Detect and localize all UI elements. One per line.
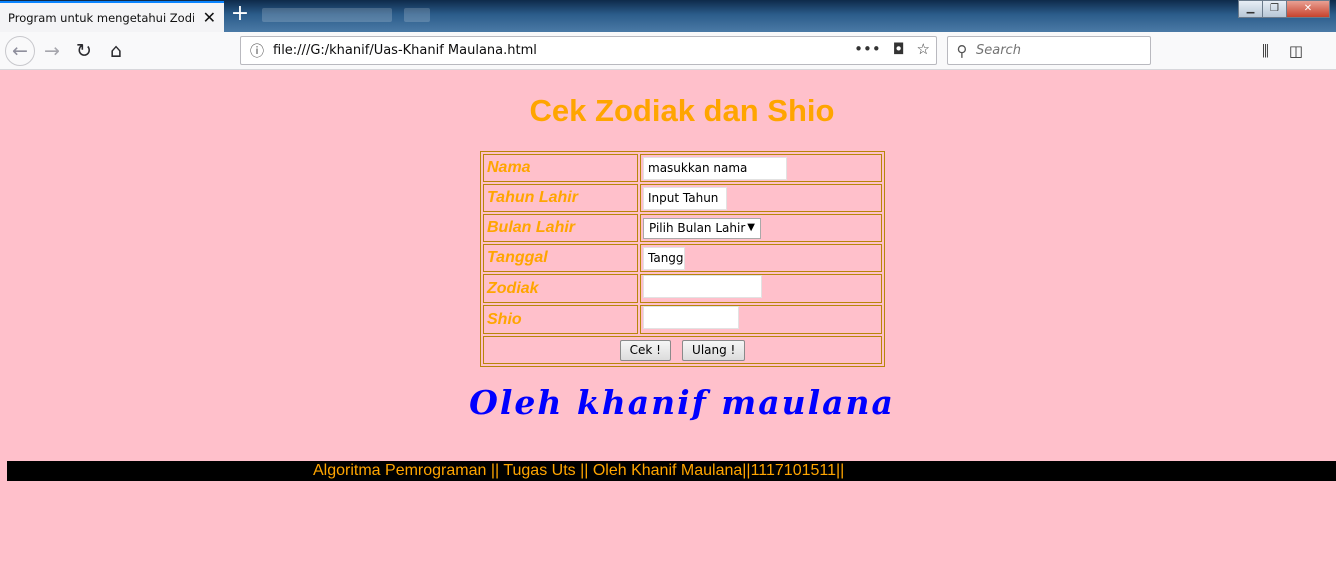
close-window-icon[interactable]: ✕ xyxy=(1286,0,1330,18)
bulan-lahir-selected: Pilih Bulan Lahir xyxy=(649,221,746,236)
shio-output[interactable] xyxy=(643,306,739,329)
page-actions-icon[interactable]: ••• xyxy=(854,40,881,58)
search-input[interactable]: ⚲ Search xyxy=(947,36,1151,65)
form-row-buttons: Cek ! Ulang ! xyxy=(483,336,882,364)
footer-marquee: Algoritma Pemrograman || Tugas Uts || Ol… xyxy=(7,461,1336,481)
label-shio: Shio xyxy=(483,305,638,334)
form-row-tahun: Tahun Lahir Input Tahun xyxy=(483,184,882,212)
background-tab[interactable] xyxy=(404,8,430,22)
page-body: Cek Zodiak dan Shio Nama masukkan nama T… xyxy=(0,71,1336,582)
navigation-toolbar: ← → ↻ ⌂ ⓘ file:///G:/khanif/Uas-Khanif M… xyxy=(0,32,1336,70)
form-row-zodiak: Zodiak xyxy=(483,274,882,303)
form-row-nama: Nama masukkan nama xyxy=(483,154,882,182)
tanggal-input[interactable]: Tangg xyxy=(643,246,685,270)
new-tab-icon[interactable]: + xyxy=(228,3,252,27)
minimize-icon[interactable]: ▁ xyxy=(1238,0,1263,18)
ulang-button[interactable]: Ulang ! xyxy=(682,340,746,361)
home-icon[interactable]: ⌂ xyxy=(101,36,131,66)
label-tanggal: Tanggal xyxy=(483,244,638,272)
close-tab-icon[interactable]: ✕ xyxy=(203,8,216,27)
form-row-bulan: Bulan Lahir Pilih Bulan Lahir ▼ xyxy=(483,214,882,242)
tahun-lahir-input[interactable]: Input Tahun xyxy=(643,186,727,210)
library-icon[interactable]: ⫼ xyxy=(1262,42,1269,60)
form-row-shio: Shio xyxy=(483,305,882,334)
label-tahun-lahir: Tahun Lahir xyxy=(483,184,638,212)
page-title: Cek Zodiak dan Shio xyxy=(529,93,835,128)
tab-active[interactable]: Program untuk mengetahui Zodiak ✕ xyxy=(0,1,224,32)
label-nama: Nama xyxy=(483,154,638,182)
sidebar-icon[interactable]: ◫ xyxy=(1289,42,1303,60)
cek-button[interactable]: Cek ! xyxy=(619,340,671,361)
nama-input[interactable]: masukkan nama xyxy=(643,156,787,180)
url-bar[interactable]: ⓘ file:///G:/khanif/Uas-Khanif Maulana.h… xyxy=(240,36,937,65)
bookmark-star-icon[interactable]: ☆ xyxy=(917,40,930,58)
maximize-icon[interactable]: ❐ xyxy=(1262,0,1287,18)
footer-text: Algoritma Pemrograman || Tugas Uts || Ol… xyxy=(313,462,845,479)
label-zodiak: Zodiak xyxy=(483,274,638,303)
back-arrow-icon[interactable]: ← xyxy=(5,36,35,66)
pocket-icon[interactable]: ◘ xyxy=(893,40,905,58)
chevron-down-icon: ▼ xyxy=(747,221,755,233)
url-text[interactable]: file:///G:/khanif/Uas-Khanif Maulana.htm… xyxy=(273,43,537,58)
search-icon: ⚲ xyxy=(956,41,968,60)
bulan-lahir-select[interactable]: Pilih Bulan Lahir ▼ xyxy=(643,217,761,239)
forward-arrow-icon[interactable]: → xyxy=(37,36,67,66)
author-heading: Oleh khanif maulana xyxy=(469,383,895,422)
tab-title: Program untuk mengetahui Zodiak xyxy=(8,10,194,25)
search-placeholder: Search xyxy=(976,43,1021,58)
tab-bar: Program untuk mengetahui Zodiak ✕ + ▁ ❐ … xyxy=(0,0,1336,32)
window-controls: ▁ ❐ ✕ xyxy=(1238,0,1330,18)
zodiak-output[interactable] xyxy=(643,275,762,298)
form-row-tanggal: Tanggal Tangg xyxy=(483,244,882,272)
background-tab[interactable] xyxy=(262,8,392,22)
reload-icon[interactable]: ↻ xyxy=(69,36,99,66)
zodiac-form: Nama masukkan nama Tahun Lahir Input Tah… xyxy=(480,151,885,367)
info-icon[interactable]: ⓘ xyxy=(241,41,273,61)
label-bulan-lahir: Bulan Lahir xyxy=(483,214,638,242)
